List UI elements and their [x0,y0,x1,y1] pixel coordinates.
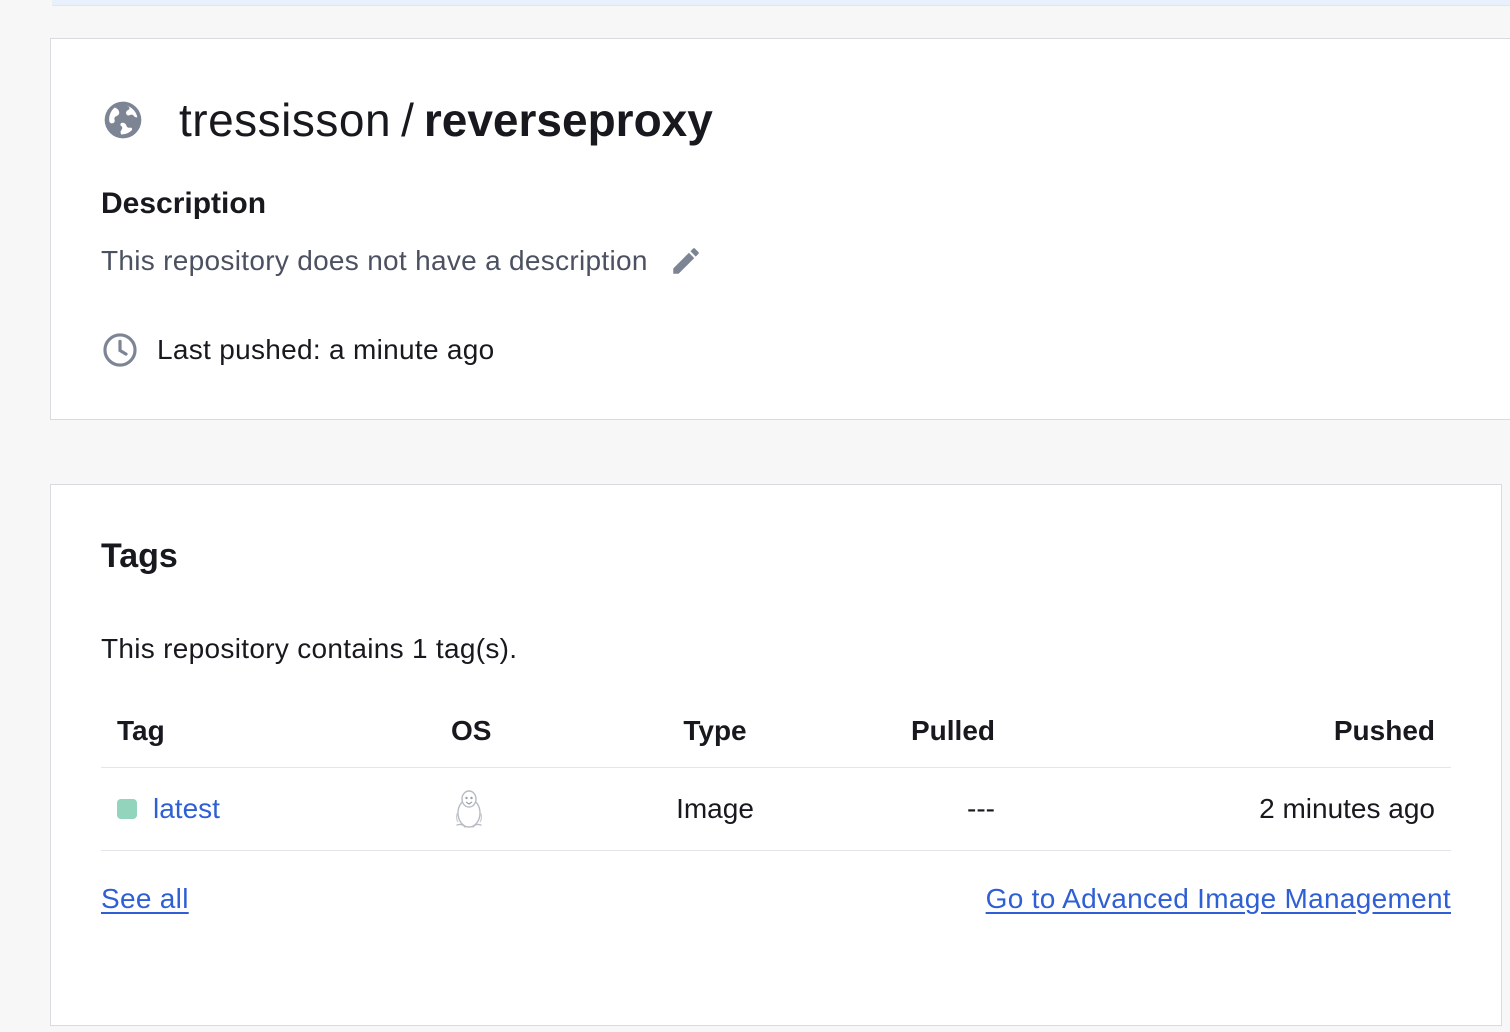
repository-name: reverseproxy [423,94,713,146]
globe-icon [101,98,145,142]
top-info-strip [52,0,1510,6]
tags-heading: Tags [101,537,178,575]
pulled-cell: --- [967,793,995,824]
description-heading: Description [101,187,267,220]
column-header-tag: Tag [117,715,165,746]
column-header-type: Type [683,715,747,746]
table-header-row: Tag OS Type Pulled Pushed [101,695,1451,768]
pencil-icon [669,244,703,278]
description-text: This repository does not have a descript… [101,245,648,276]
column-header-pushed: Pushed [1333,715,1435,746]
clock-icon [101,331,139,369]
pushed-cell: 2 minutes ago [1259,793,1435,824]
tags-footer-links: See all Go to Advanced Image Management [101,883,1451,919]
type-cell: Image [676,793,754,824]
advanced-image-management-link[interactable]: Go to Advanced Image Management [986,883,1451,915]
tag-status-indicator [117,799,137,819]
last-pushed-row: Last pushed: a minute ago [101,331,495,369]
edit-description-button[interactable] [668,243,704,279]
see-all-link[interactable]: See all [101,883,189,915]
tags-count-text: This repository contains 1 tag(s). [101,633,518,664]
tag-link-latest[interactable]: latest [153,793,220,825]
repository-title: tressisson / reverseproxy [101,93,713,147]
column-header-os: OS [451,715,492,746]
repository-namespace[interactable]: tressisson [179,93,391,147]
column-header-pulled: Pulled [910,715,995,746]
repository-separator: / [401,94,414,146]
tags-card: Tags This repository contains 1 tag(s). … [50,484,1502,1026]
table-row: latest Image --- 2 minutes ago [101,768,1451,851]
repository-overview-card: tressisson / reverseproxy Description Th… [50,38,1510,420]
last-pushed-text: Last pushed: a minute ago [157,334,495,365]
description-row: This repository does not have a descript… [101,243,704,279]
tags-table: Tag OS Type Pulled Pushed latest Image -… [101,695,1451,851]
linux-icon [451,788,487,830]
os-cell [451,768,487,850]
tag-cell: latest [117,768,220,850]
